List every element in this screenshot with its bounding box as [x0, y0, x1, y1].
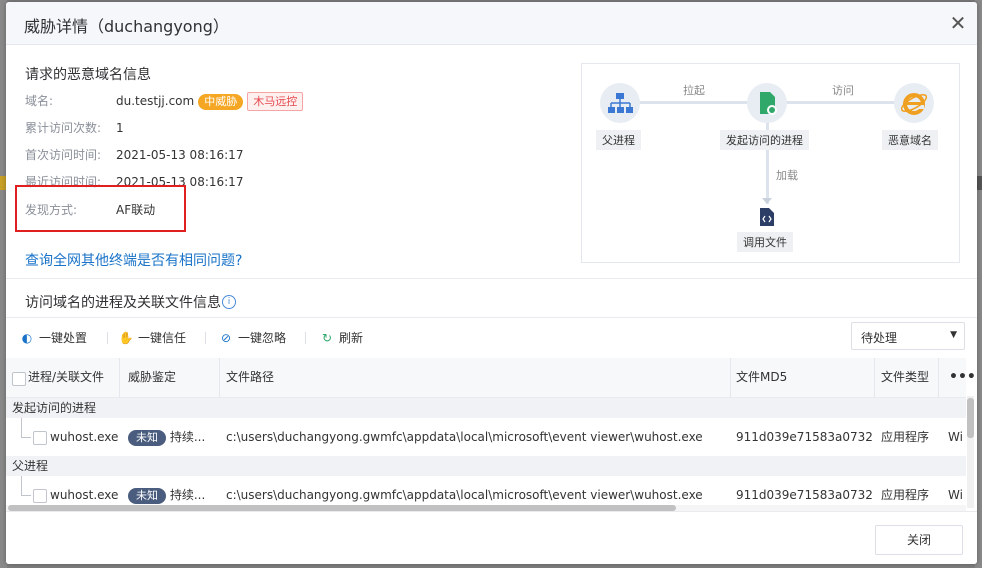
tree-line [21, 418, 22, 437]
threat-status: 持续... [169, 430, 206, 444]
domain-value: du.testjj.com [116, 94, 195, 108]
relation-graph: 拉起 访问 加载 父进程 发起访问的进程 恶意域名 调用文件 [581, 63, 960, 263]
first-visit-label: 首次访问时间: [25, 148, 102, 162]
query-network-link[interactable]: 查询全网其他终端是否有相同问题? [25, 250, 242, 270]
threat-status: 持续... [169, 488, 206, 502]
node-malicious-domain[interactable] [894, 83, 934, 123]
vertical-scrollbar[interactable] [967, 396, 974, 508]
status-select-value: 待处理 [861, 331, 898, 345]
toolbar-separator [107, 332, 108, 344]
select-all-checkbox[interactable] [12, 372, 26, 386]
info-row-first-visit: 首次访问时间: 2021-05-13 08:16:17 [25, 145, 243, 165]
row-checkbox[interactable] [33, 431, 47, 445]
graph-arrow-icon [762, 198, 772, 204]
refresh-icon: ↻ [321, 331, 333, 345]
more-icon[interactable]: ••• [949, 358, 976, 397]
column-separator [119, 358, 120, 397]
section-divider [6, 278, 977, 279]
process-tree-icon [608, 93, 633, 113]
domain-label: 域名: [25, 94, 54, 108]
column-separator [938, 358, 939, 397]
ie-browser-icon [900, 93, 928, 115]
toolbar-separator [305, 332, 306, 344]
vertical-scroll-thumb[interactable] [967, 398, 974, 438]
tree-line [21, 495, 31, 496]
col-type[interactable]: 文件类型 [881, 358, 929, 397]
label-parent-process: 父进程 [596, 130, 641, 150]
threat-type-tag: 木马远控 [247, 92, 304, 111]
table-row[interactable]: wuhost.exe 未知 持续... c:\users\duchangyong… [6, 418, 966, 457]
highlight-box [15, 185, 186, 232]
file-extra: Wi [948, 430, 963, 444]
info-icon[interactable]: i [222, 295, 236, 309]
dialog-title: 威胁详情（duchangyong） [24, 17, 229, 36]
tree-line [21, 476, 22, 495]
close-icon[interactable]: ✕ [949, 13, 967, 33]
column-separator [874, 358, 875, 397]
group-title: 父进程 [12, 459, 49, 473]
handle-all-button[interactable]: ◐ 一键处置 [19, 329, 87, 347]
file-gear-icon [760, 92, 777, 115]
info-row-domain: 域名: du.testjj.com 中威胁 木马远控 [25, 91, 304, 111]
half-circle-icon: ◐ [21, 331, 33, 345]
group-row-source: 发起访问的进程 [6, 398, 966, 418]
dialog-header: 威胁详情（duchangyong） ✕ [6, 2, 977, 45]
col-path[interactable]: 文件路径 [226, 358, 274, 397]
col-md5[interactable]: 文件MD5 [736, 358, 787, 397]
label-malicious-domain: 恶意域名 [882, 130, 938, 150]
group-row-parent: 父进程 [6, 456, 966, 476]
tree-line [21, 437, 31, 438]
node-source-process[interactable] [747, 83, 787, 123]
close-button[interactable]: 关闭 [875, 525, 963, 555]
file-type: 应用程序 [881, 430, 930, 444]
eye-slash-icon: ⊘ [220, 331, 232, 345]
column-separator [730, 358, 731, 397]
label-source-process: 发起访问的进程 [720, 130, 809, 150]
file-path: c:\users\duchangyong.gwmfc\appdata\local… [226, 430, 703, 444]
status-select[interactable]: 待处理 ▼ [851, 322, 965, 350]
process-section-title: 访问域名的进程及关联文件信息 [25, 295, 221, 311]
edge-label-access: 访问 [832, 84, 854, 97]
edge-label-load: 加载 [776, 169, 798, 182]
unknown-badge: 未知 [128, 487, 166, 504]
unknown-badge: 未知 [128, 429, 166, 446]
col-threat[interactable]: 威胁鉴定 [128, 358, 176, 397]
edge-label-launch: 拉起 [683, 84, 705, 97]
toolbar-divider [6, 317, 977, 318]
table-header: 进程/关联文件 威胁鉴定 文件路径 文件MD5 文件类型 ••• [6, 358, 976, 398]
threat-level-tag: 中威胁 [198, 94, 244, 110]
col-process[interactable]: 进程/关联文件 [28, 358, 104, 397]
ignore-all-button[interactable]: ⊘ 一键忽略 [218, 329, 286, 347]
first-visit-value: 2021-05-13 08:16:17 [116, 148, 244, 162]
process-name: wuhost.exe [50, 430, 119, 444]
threat-cell: 未知 持续... [128, 418, 220, 456]
file-md5: 911d039e71583a0732... [736, 430, 872, 444]
handshake-icon: ✋ [118, 331, 134, 345]
info-row-visit-count: 累计访问次数: 1 [25, 118, 124, 138]
dialog-footer: 关闭 [6, 511, 977, 564]
column-separator [219, 358, 220, 397]
node-parent-process[interactable] [600, 83, 640, 123]
group-title: 发起访问的进程 [12, 401, 97, 415]
process-table: 进程/关联文件 威胁鉴定 文件路径 文件MD5 文件类型 ••• 发起访问的进程… [6, 358, 977, 510]
chevron-down-icon: ▼ [950, 330, 957, 340]
label-called-file: 调用文件 [737, 232, 793, 252]
refresh-button[interactable]: ↻ 刷新 [319, 329, 363, 347]
row-checkbox[interactable] [33, 489, 47, 503]
visit-count-value: 1 [116, 121, 124, 135]
code-file-icon[interactable] [758, 207, 776, 227]
threat-detail-dialog: 威胁详情（duchangyong） ✕ 请求的恶意域名信息 域名: du.test… [6, 2, 977, 564]
domain-info-title: 请求的恶意域名信息 [25, 67, 151, 83]
trust-all-button[interactable]: ✋ 一键信任 [118, 329, 187, 347]
visit-count-label: 累计访问次数: [25, 121, 102, 135]
toolbar-separator [205, 332, 206, 344]
